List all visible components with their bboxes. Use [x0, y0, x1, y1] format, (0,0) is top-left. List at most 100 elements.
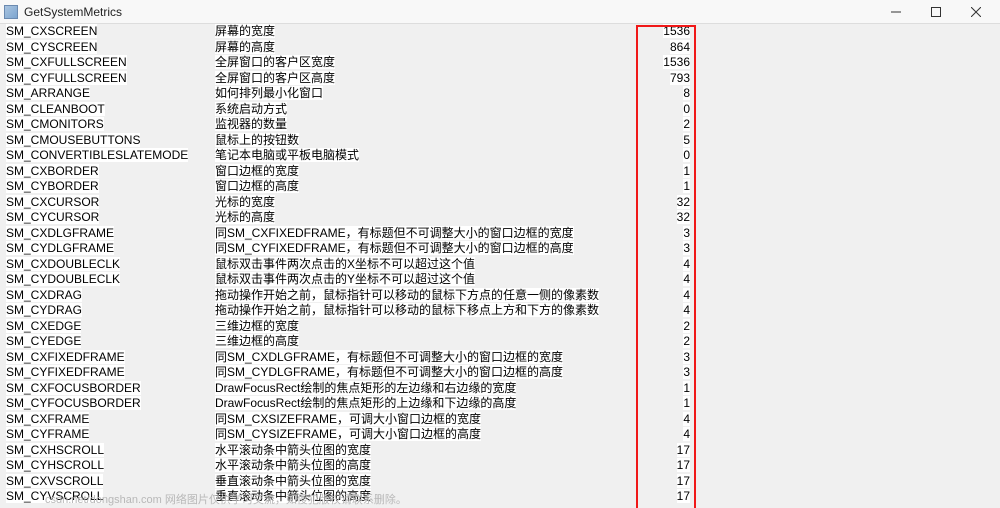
- spacer: [700, 86, 1000, 102]
- metric-desc: 光标的宽度: [215, 195, 640, 211]
- spacer: [700, 241, 1000, 257]
- metric-row: SM_CXDRAG拖动操作开始之前，鼠标指针可以移动的鼠标下方点的任意一侧的像素…: [0, 288, 1000, 304]
- close-button[interactable]: [956, 1, 996, 23]
- metric-value: 3: [640, 226, 700, 242]
- content-area: SM_CXSCREEN屏幕的宽度1536SM_CYSCREEN屏幕的高度864S…: [0, 24, 1000, 508]
- metric-name: SM_CYFRAME: [0, 427, 215, 443]
- metric-name: SM_CXFRAME: [0, 412, 215, 428]
- metric-row: SM_CXFULLSCREEN全屏窗口的客户区宽度1536: [0, 55, 1000, 71]
- metric-name: SM_CXHSCROLL: [0, 443, 215, 459]
- metric-name: SM_ARRANGE: [0, 86, 215, 102]
- metric-value: 864: [640, 40, 700, 56]
- metric-name: SM_CXDLGFRAME: [0, 226, 215, 242]
- spacer: [700, 427, 1000, 443]
- minimize-icon: [891, 7, 901, 17]
- metric-desc: 拖动操作开始之前，鼠标指针可以移动的鼠标下方点的任意一侧的像素数: [215, 288, 640, 304]
- metric-row: SM_CYSCREEN屏幕的高度864: [0, 40, 1000, 56]
- metric-name: SM_CXDRAG: [0, 288, 215, 304]
- metric-name: SM_CXBORDER: [0, 164, 215, 180]
- metric-name: SM_CYFULLSCREEN: [0, 71, 215, 87]
- metric-row: SM_CYFOCUSBORDERDrawFocusRect绘制的焦点矩形的上边缘…: [0, 396, 1000, 412]
- metric-name: SM_CYFIXEDFRAME: [0, 365, 215, 381]
- spacer: [700, 288, 1000, 304]
- metric-row: SM_CLEANBOOT系统启动方式0: [0, 102, 1000, 118]
- metric-value: 1: [640, 396, 700, 412]
- metric-row: SM_CXFRAME同SM_CXSIZEFRAME，可调大小窗口边框的宽度4: [0, 412, 1000, 428]
- metric-row: SM_CYCURSOR光标的高度32: [0, 210, 1000, 226]
- metric-desc: 三维边框的高度: [215, 334, 640, 350]
- metric-desc: 监视器的数量: [215, 117, 640, 133]
- metric-name: SM_CMOUSEBUTTONS: [0, 133, 215, 149]
- metric-name: SM_CONVERTIBLESLATEMODE: [0, 148, 215, 164]
- metric-row: SM_CYDOUBLECLK鼠标双击事件两次点击的Y坐标不可以超过这个值4: [0, 272, 1000, 288]
- metric-row: SM_CYDRAG拖动操作开始之前，鼠标指针可以移动的鼠标下移点上方和下方的像素…: [0, 303, 1000, 319]
- metric-name: SM_CYEDGE: [0, 334, 215, 350]
- metric-name: SM_CXFULLSCREEN: [0, 55, 215, 71]
- spacer: [700, 40, 1000, 56]
- spacer: [700, 334, 1000, 350]
- spacer: [700, 396, 1000, 412]
- metric-desc: 垂直滚动条中箭头位图的宽度: [215, 474, 640, 490]
- spacer: [700, 443, 1000, 459]
- metric-row: SM_CMOUSEBUTTONS鼠标上的按钮数5: [0, 133, 1000, 149]
- metric-row: SM_CYDLGFRAME同SM_CYFIXEDFRAME，有标题但不可调整大小…: [0, 241, 1000, 257]
- minimize-button[interactable]: [876, 1, 916, 23]
- metric-desc: 鼠标双击事件两次点击的X坐标不可以超过这个值: [215, 257, 640, 273]
- spacer: [700, 179, 1000, 195]
- metric-name: SM_CXEDGE: [0, 319, 215, 335]
- spacer: [700, 117, 1000, 133]
- metric-value: 5: [640, 133, 700, 149]
- metric-desc: 三维边框的宽度: [215, 319, 640, 335]
- metric-value: 0: [640, 102, 700, 118]
- metric-value: 17: [640, 443, 700, 459]
- metric-value: 4: [640, 427, 700, 443]
- metric-value: 32: [640, 210, 700, 226]
- metric-desc: 同SM_CYSIZEFRAME，可调大小窗口边框的高度: [215, 427, 640, 443]
- metric-row: SM_CYFULLSCREEN全屏窗口的客户区高度793: [0, 71, 1000, 87]
- metric-value: 0: [640, 148, 700, 164]
- metric-value: 4: [640, 288, 700, 304]
- metric-value: 1: [640, 179, 700, 195]
- metric-row: SM_CMONITORS监视器的数量2: [0, 117, 1000, 133]
- metric-value: 3: [640, 241, 700, 257]
- metric-desc: 鼠标上的按钮数: [215, 133, 640, 149]
- metric-value: 3: [640, 365, 700, 381]
- metric-name: SM_CMONITORS: [0, 117, 215, 133]
- metric-name: SM_CYDRAG: [0, 303, 215, 319]
- titlebar[interactable]: GetSystemMetrics: [0, 0, 1000, 24]
- metric-name: SM_CYDLGFRAME: [0, 241, 215, 257]
- spacer: [700, 164, 1000, 180]
- metric-value: 2: [640, 319, 700, 335]
- spacer: [700, 55, 1000, 71]
- metric-name: SM_CXFIXEDFRAME: [0, 350, 215, 366]
- spacer: [700, 24, 1000, 40]
- metric-desc: 全屏窗口的客户区宽度: [215, 55, 640, 71]
- metric-desc: 系统启动方式: [215, 102, 640, 118]
- metric-desc: 同SM_CXDLGFRAME，有标题但不可调整大小的窗口边框的宽度: [215, 350, 640, 366]
- metric-name: SM_CXVSCROLL: [0, 474, 215, 490]
- metric-desc: 窗口边框的高度: [215, 179, 640, 195]
- metric-value: 4: [640, 257, 700, 273]
- metrics-list: SM_CXSCREEN屏幕的宽度1536SM_CYSCREEN屏幕的高度864S…: [0, 24, 1000, 505]
- metric-row: SM_CYEDGE三维边框的高度2: [0, 334, 1000, 350]
- metric-desc: 拖动操作开始之前，鼠标指针可以移动的鼠标下移点上方和下方的像素数: [215, 303, 640, 319]
- metric-row: SM_CXSCREEN屏幕的宽度1536: [0, 24, 1000, 40]
- window-controls: [876, 1, 996, 23]
- metric-row: SM_CXFOCUSBORDERDrawFocusRect绘制的焦点矩形的左边缘…: [0, 381, 1000, 397]
- metric-value: 3: [640, 350, 700, 366]
- spacer: [700, 257, 1000, 273]
- metric-value: 2: [640, 117, 700, 133]
- metric-row: SM_CONVERTIBLESLATEMODE笔记本电脑或平板电脑模式0: [0, 148, 1000, 164]
- metric-value: 793: [640, 71, 700, 87]
- metric-desc: DrawFocusRect绘制的焦点矩形的左边缘和右边缘的宽度: [215, 381, 640, 397]
- metric-row: SM_CXFIXEDFRAME同SM_CXDLGFRAME，有标题但不可调整大小…: [0, 350, 1000, 366]
- metric-value: 4: [640, 303, 700, 319]
- metric-name: SM_CXCURSOR: [0, 195, 215, 211]
- metric-value: 17: [640, 474, 700, 490]
- metric-name: SM_CXDOUBLECLK: [0, 257, 215, 273]
- metric-desc: 同SM_CYDLGFRAME，有标题但不可调整大小的窗口边框的高度: [215, 365, 640, 381]
- close-icon: [971, 7, 981, 17]
- metric-row: SM_CXDOUBLECLK鼠标双击事件两次点击的X坐标不可以超过这个值4: [0, 257, 1000, 273]
- metric-value: 32: [640, 195, 700, 211]
- maximize-button[interactable]: [916, 1, 956, 23]
